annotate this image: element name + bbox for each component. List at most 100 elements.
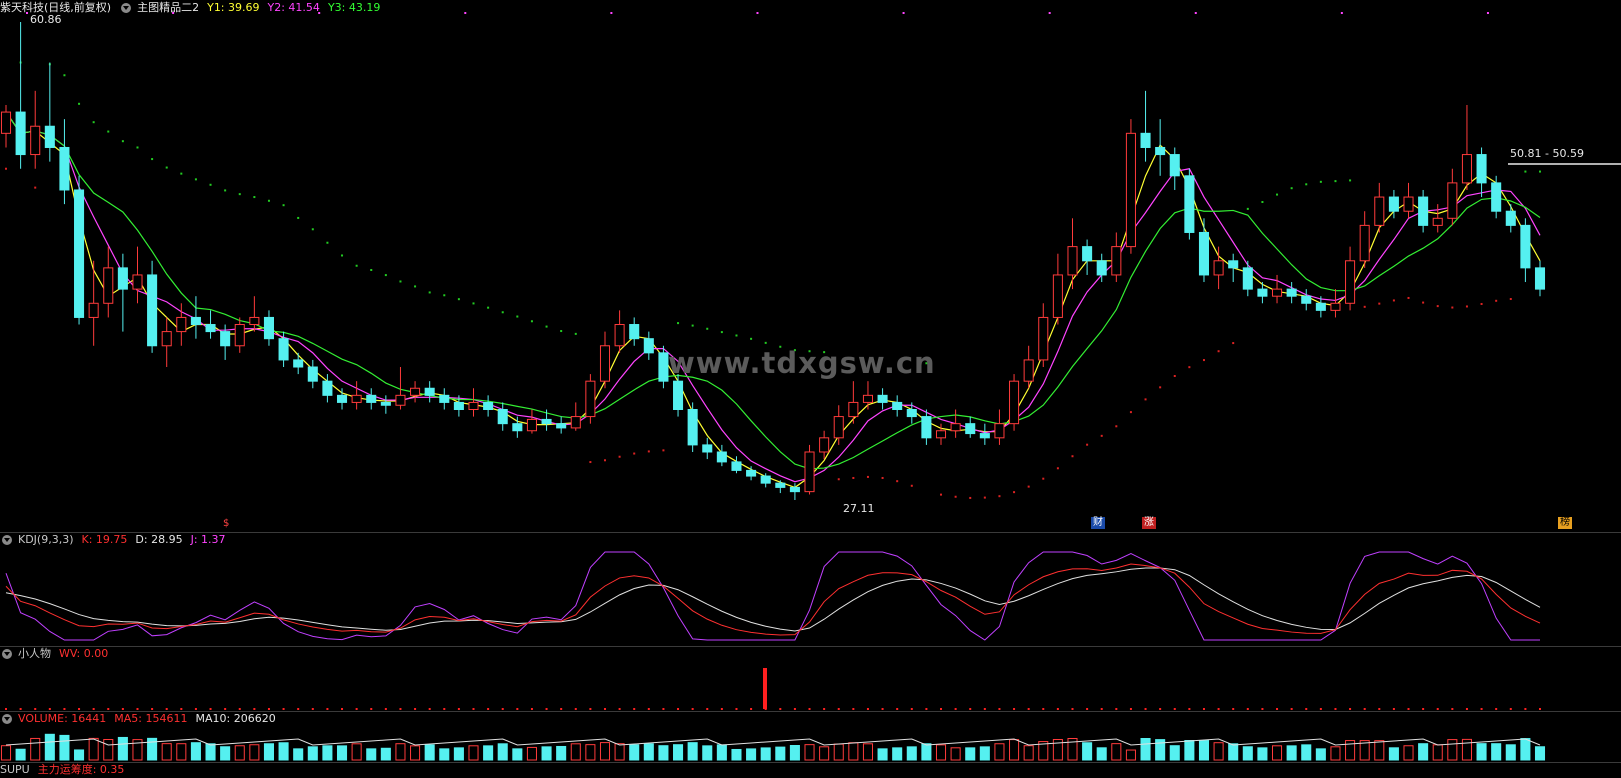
ma-line-9 bbox=[5, 111, 1541, 470]
volume-bar bbox=[892, 747, 903, 761]
candle-body bbox=[526, 418, 537, 432]
wv-dot bbox=[1290, 708, 1293, 710]
volume-bar bbox=[877, 748, 888, 761]
trend-dot bbox=[472, 302, 475, 305]
kdj-title[interactable]: KDJ(9,3,3) bbox=[18, 532, 74, 548]
wv-dot bbox=[720, 708, 723, 710]
dropdown-icon[interactable] bbox=[121, 3, 132, 13]
trend-dot bbox=[428, 291, 431, 294]
candle-body bbox=[278, 338, 289, 361]
volume-bar bbox=[1082, 742, 1093, 761]
wv-dot bbox=[560, 708, 563, 710]
candle-body bbox=[1111, 246, 1122, 276]
wv-dot bbox=[603, 708, 606, 710]
wv-dot bbox=[925, 708, 928, 710]
trend-dot bbox=[1246, 207, 1249, 210]
trend-dot bbox=[1276, 193, 1279, 196]
trend-dot bbox=[1290, 187, 1293, 190]
trend-dot bbox=[1451, 306, 1454, 309]
candle-body bbox=[220, 331, 231, 347]
candle-body bbox=[1198, 231, 1210, 276]
candle-body bbox=[1169, 154, 1180, 177]
candle-body bbox=[351, 394, 362, 403]
candle-body bbox=[746, 469, 757, 477]
wv-dot bbox=[1202, 708, 1205, 710]
trend-dot bbox=[326, 241, 329, 244]
candle-body bbox=[147, 274, 158, 347]
xiaorenwu-title[interactable]: 小人物 bbox=[18, 646, 51, 662]
signal-dot bbox=[464, 12, 467, 14]
dropdown-icon[interactable] bbox=[2, 649, 12, 659]
wv-dot bbox=[136, 708, 139, 710]
wv-dot bbox=[355, 708, 358, 710]
event-badge-finance[interactable]: 财 bbox=[1091, 517, 1105, 529]
trend-dot bbox=[1363, 305, 1366, 308]
volume-bar bbox=[468, 745, 479, 761]
trend-dot bbox=[443, 294, 446, 297]
volume-bar bbox=[673, 744, 684, 761]
candle-body bbox=[190, 316, 201, 326]
trend-dot bbox=[866, 475, 869, 478]
signal-dot bbox=[610, 12, 613, 14]
trend-dot bbox=[414, 285, 417, 288]
wv-dot bbox=[1480, 708, 1483, 710]
volume-bar bbox=[819, 746, 830, 761]
volume-bar bbox=[716, 744, 727, 761]
volume-ma10: MA10: 206620 bbox=[195, 712, 276, 725]
wv-dot bbox=[1422, 708, 1425, 710]
volume-bar bbox=[1476, 743, 1487, 761]
volume-title[interactable]: VOLUME: 16441 bbox=[18, 711, 106, 727]
wv-dot bbox=[910, 708, 913, 710]
volume-bar bbox=[74, 749, 85, 761]
event-badge-limit-up[interactable]: 涨 bbox=[1142, 517, 1156, 529]
volume-bar bbox=[205, 743, 216, 761]
volume-bar bbox=[424, 744, 435, 761]
trend-dot bbox=[837, 478, 840, 481]
volume-bar bbox=[439, 748, 450, 761]
volume-bar bbox=[176, 743, 187, 761]
volume-bar bbox=[1213, 742, 1224, 761]
volume-bar bbox=[1505, 744, 1516, 761]
wv-signal-bar bbox=[763, 668, 767, 709]
trend-dot bbox=[1539, 170, 1541, 173]
wv-dot bbox=[1188, 708, 1191, 710]
volume-bar bbox=[15, 748, 26, 761]
range-price-label: 50.81 - 50.59 bbox=[1510, 147, 1584, 160]
candle-body bbox=[687, 408, 698, 446]
volume-bar bbox=[570, 743, 581, 761]
indicator-name[interactable]: 主图精品二2 bbox=[137, 0, 199, 16]
volume-bar bbox=[1301, 744, 1312, 761]
wv-dot bbox=[983, 708, 986, 710]
trend-dot bbox=[457, 298, 460, 301]
high-price-label: 60.86 bbox=[30, 13, 62, 26]
wv-dot bbox=[866, 708, 869, 710]
trend-dot bbox=[341, 254, 344, 257]
signal-dot bbox=[902, 12, 905, 14]
wv-dot bbox=[545, 708, 548, 710]
trend-dot bbox=[764, 341, 767, 344]
candle-body bbox=[862, 394, 873, 403]
wv-dot bbox=[1276, 708, 1279, 710]
wv-dot bbox=[1071, 708, 1074, 710]
panel-divider bbox=[0, 532, 1621, 533]
event-badge-dollar[interactable]: $ bbox=[221, 518, 231, 530]
chart-canvas[interactable] bbox=[0, 0, 1621, 769]
wv-dot bbox=[19, 708, 22, 710]
y3-value: Y3: 43.19 bbox=[327, 1, 381, 14]
candle-body bbox=[1286, 288, 1297, 297]
candle-body bbox=[1447, 182, 1458, 219]
volume-bar bbox=[278, 742, 289, 761]
candle-body bbox=[585, 380, 596, 418]
trend-dot bbox=[618, 455, 621, 458]
wv-dot bbox=[1173, 708, 1176, 710]
trend-dot bbox=[78, 102, 81, 105]
trend-dot bbox=[311, 228, 314, 231]
candle-body bbox=[1315, 302, 1326, 311]
supu-title[interactable]: SUPU bbox=[0, 762, 30, 778]
candle-body bbox=[1155, 146, 1166, 156]
trend-dot bbox=[545, 325, 548, 328]
volume-bar bbox=[161, 743, 172, 761]
dropdown-icon[interactable] bbox=[2, 535, 12, 545]
dropdown-icon[interactable] bbox=[2, 714, 12, 724]
event-badge-rank[interactable]: 榜 bbox=[1558, 517, 1572, 529]
